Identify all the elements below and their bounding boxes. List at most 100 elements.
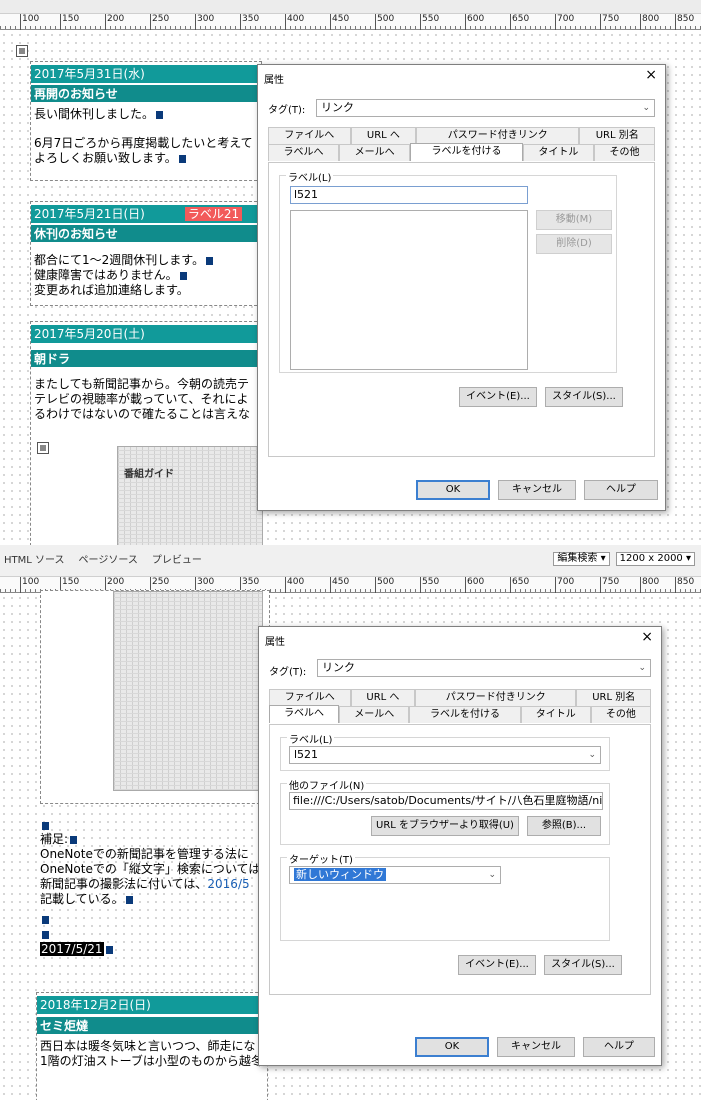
- tab-page-source[interactable]: ページソース: [79, 551, 138, 566]
- edit-canvas[interactable]: 2017年5月31日(水) 再開のお知らせ 長い間休刊しました。 6月7日ごろか…: [0, 31, 701, 545]
- ruler-tick: 800: [640, 577, 659, 593]
- label-select-value: l521: [294, 748, 319, 761]
- browse-button[interactable]: 参照(B)...: [527, 816, 601, 836]
- cancel-button[interactable]: キャンセル: [497, 1037, 575, 1057]
- paragraph-mark-icon: [179, 272, 187, 280]
- tag-select[interactable]: リンク ⌄: [316, 99, 655, 117]
- target-group-title: ターゲット(T): [287, 851, 355, 866]
- ruler-tick: 850: [675, 14, 694, 30]
- blog-post[interactable]: 2018年12月2日(日) セミ炬燵 西日本は暖冬気味と言いつつ、師走にな 1階…: [36, 992, 268, 1100]
- newspaper-image[interactable]: [113, 591, 263, 791]
- help-button[interactable]: ヘルプ: [583, 1037, 655, 1057]
- anchor-label[interactable]: ラベル21: [184, 207, 243, 221]
- ok-button[interactable]: OK: [416, 480, 490, 500]
- tab-url-alias[interactable]: URL 別名: [576, 689, 652, 706]
- edit-mode-select[interactable]: 編集検索 ▾: [553, 552, 610, 566]
- toolbar-strip: [0, 0, 701, 14]
- post-title: セミ炬燵: [37, 1016, 267, 1034]
- tab-to-mail[interactable]: メールへ: [339, 144, 411, 161]
- cancel-button[interactable]: キャンセル: [498, 480, 576, 500]
- blog-post[interactable]: 2017年5月20日(土) 朝ドラ またしても新聞記事から。今朝の読売テ テレビ…: [30, 321, 263, 545]
- tab-password-link[interactable]: パスワード付きリンク: [415, 689, 577, 706]
- help-button[interactable]: ヘルプ: [584, 480, 658, 500]
- ruler-tick: 100: [20, 14, 39, 30]
- edit-canvas[interactable]: 補足: OneNoteでの新聞記事を管理する法に OneNoteでの「縦文字」検…: [0, 590, 701, 1100]
- tab-panel: ラベル(L) l521 ⌄ 他のファイル(N) file:///C:/Users/…: [269, 724, 651, 995]
- ruler-tick: 700: [555, 14, 574, 30]
- get-url-from-browser-button[interactable]: URL をブラウザーより取得(U): [371, 816, 519, 836]
- blog-post[interactable]: 2017年5月31日(水) 再開のお知らせ 長い間休刊しました。 6月7日ごろか…: [30, 61, 262, 181]
- tab-control: ファイルへ URL へ パスワード付きリンク URL 別名 ラベルへ メールへ …: [269, 689, 652, 995]
- tab-url[interactable]: URL へ: [350, 127, 417, 144]
- tab-add-label[interactable]: ラベルを付ける: [410, 143, 523, 161]
- ruler-tick: 200: [105, 14, 124, 30]
- post-line: 1階の灯油ストーブは小型のものから越冬用の大型に変えた。: [40, 1054, 266, 1068]
- event-button[interactable]: イベント(E)...: [458, 955, 536, 975]
- chevron-down-icon: ⌄: [488, 870, 496, 880]
- post-date: 2018年12月2日(日): [37, 996, 267, 1014]
- tab-to-label[interactable]: ラベルへ: [268, 144, 340, 161]
- close-icon[interactable]: ×: [641, 630, 653, 644]
- tab-preview[interactable]: プレビュー: [152, 551, 202, 566]
- tag-select[interactable]: リンク ⌄: [317, 659, 651, 677]
- post-line: 6月7日ごろから再度掲載したいと考えて: [34, 136, 253, 150]
- label-select[interactable]: l521 ⌄: [289, 746, 601, 764]
- tab-file[interactable]: ファイルへ: [269, 689, 351, 706]
- properties-dialog[interactable]: 属性 × タグ(T): リンク ⌄ ファイルへ URL へ パスワード付きリンク …: [257, 64, 666, 511]
- paragraph-mark-icon: [178, 155, 186, 163]
- chevron-down-icon: ⌄: [638, 663, 646, 673]
- properties-dialog[interactable]: 属性 × タグ(T): リンク ⌄ ファイルへ URL へ パスワード付きリンク …: [258, 626, 662, 1066]
- note-line: 補足:: [40, 832, 78, 847]
- delete-button[interactable]: 削除(D): [536, 234, 612, 254]
- paragraph-mark-icon: [70, 836, 78, 844]
- post-line: 変更あれば追加連絡します。: [34, 283, 189, 297]
- label-input[interactable]: l521: [290, 186, 528, 204]
- post-title: 再開のお知らせ: [31, 84, 261, 102]
- ruler-tick: 600: [465, 577, 484, 593]
- tab-other[interactable]: その他: [590, 706, 651, 723]
- move-button[interactable]: 移動(M): [536, 210, 612, 230]
- tab-html-source[interactable]: HTML ソース: [4, 551, 65, 566]
- ruler-tick: 850: [675, 577, 694, 593]
- blog-post[interactable]: 2017年5月21日(日) ラベル21 休刊のお知らせ 都合にて1〜2週間休刊しま…: [30, 201, 262, 306]
- ok-button[interactable]: OK: [415, 1037, 489, 1057]
- blog-post-content[interactable]: [40, 590, 270, 804]
- tab-file[interactable]: ファイルへ: [268, 127, 351, 144]
- event-button[interactable]: イベント(E)...: [459, 387, 537, 407]
- target-group: ターゲット(T) 新しいウィンドウ ⌄: [280, 851, 610, 941]
- tab-add-label[interactable]: ラベルを付ける: [409, 706, 521, 723]
- target-select[interactable]: 新しいウィンドウ ⌄: [289, 866, 501, 884]
- post-line: よろしくお願い致します。: [34, 151, 186, 166]
- post-line: 健康障害ではありません。: [34, 268, 187, 283]
- tab-other[interactable]: その他: [593, 144, 656, 161]
- tab-title[interactable]: タイトル: [520, 706, 591, 723]
- tab-url[interactable]: URL へ: [350, 689, 416, 706]
- ruler-tick: 500: [375, 14, 394, 30]
- page-size-select[interactable]: 1200 x 2000 ▾: [615, 552, 695, 566]
- ruler-tick: 800: [640, 14, 659, 30]
- ruler-tick: 150: [60, 14, 79, 30]
- tab-to-label[interactable]: ラベルへ: [269, 705, 340, 723]
- newspaper-image[interactable]: 番組ガイド: [117, 446, 263, 545]
- paragraph-mark-icon: [42, 931, 49, 939]
- note-line: 記載している。: [40, 892, 133, 907]
- note-link[interactable]: 2016/5: [207, 877, 249, 891]
- tab-url-alias[interactable]: URL 別名: [579, 127, 656, 144]
- page-icon: [16, 45, 28, 57]
- image-placeholder-icon: [37, 442, 49, 454]
- post-line: 長い間休刊しました。: [34, 107, 164, 122]
- paragraph-mark-icon: [105, 946, 113, 954]
- close-icon[interactable]: ×: [645, 68, 657, 82]
- tab-row-2: ラベルへ メールへ ラベルを付ける タイトル その他: [268, 143, 656, 161]
- tab-to-mail[interactable]: メールへ: [339, 706, 410, 723]
- tab-password-link[interactable]: パスワード付きリンク: [416, 127, 580, 144]
- ruler-tick: 650: [510, 577, 529, 593]
- tab-title[interactable]: タイトル: [522, 144, 594, 161]
- label-list[interactable]: [290, 210, 528, 370]
- other-file-input[interactable]: file:///C:/Users/satob/Documents/サイト/八色石…: [289, 792, 603, 810]
- style-button[interactable]: スタイル(S)...: [544, 955, 622, 975]
- label-group: ラベル(L) l521 ⌄: [280, 731, 610, 771]
- ruler-tick: 550: [420, 14, 439, 30]
- style-button[interactable]: スタイル(S)...: [545, 387, 623, 407]
- selected-date[interactable]: 2017/5/21: [40, 942, 104, 956]
